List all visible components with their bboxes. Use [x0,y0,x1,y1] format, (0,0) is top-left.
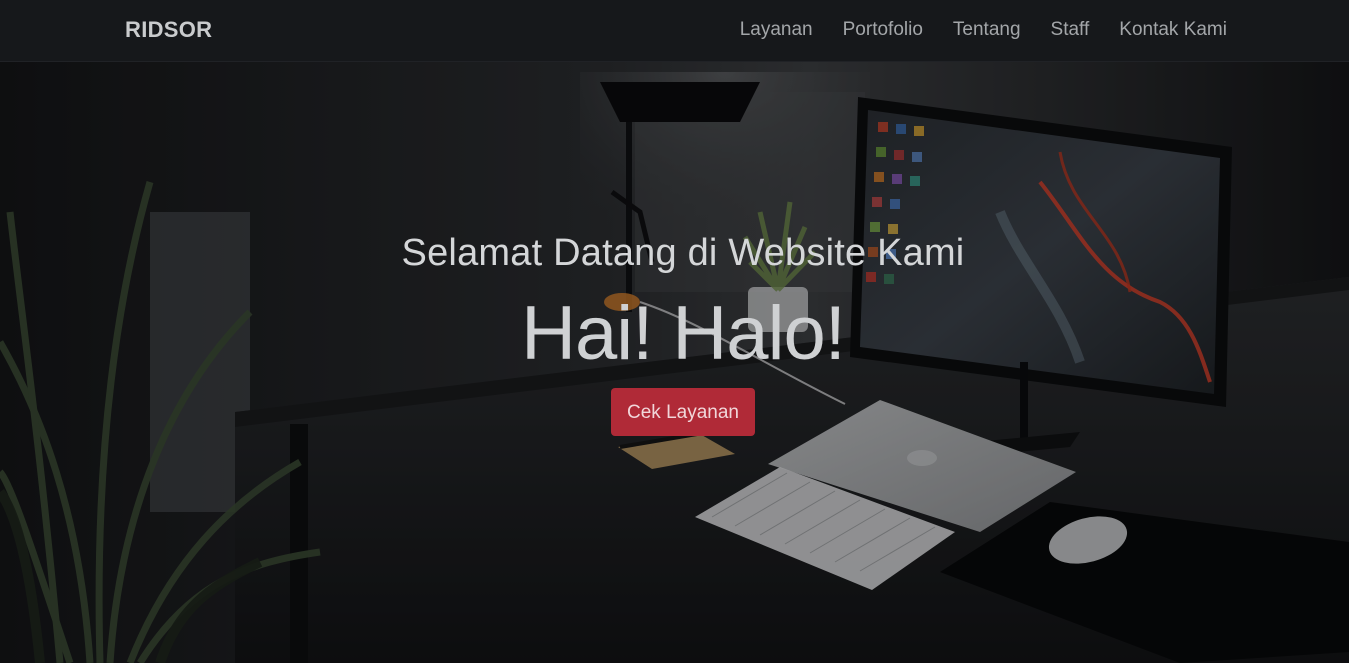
nav-item-portofolio: Portofolio [843,19,923,41]
nav-link-kontak-kami[interactable]: Kontak Kami [1119,19,1227,40]
page: RIDSOR Layanan Portofolio Tentang Staff … [0,0,1349,663]
hero-section: Selamat Datang di Website Kami Hai! Halo… [0,62,1349,663]
hero-subtitle: Selamat Datang di Website Kami [401,232,965,274]
nav-item-kontak-kami: Kontak Kami [1119,19,1227,41]
nav-links: Layanan Portofolio Tentang Staff Kontak … [740,19,1227,41]
navbar: RIDSOR Layanan Portofolio Tentang Staff … [0,0,1349,62]
nav-item-layanan: Layanan [740,19,813,41]
brand-logo[interactable]: RIDSOR [125,17,212,43]
nav-link-portofolio[interactable]: Portofolio [843,19,923,40]
cek-layanan-button[interactable]: Cek Layanan [611,388,755,436]
hero-headline: Hai! Halo! [521,291,846,376]
nav-item-tentang: Tentang [953,19,1021,41]
nav-item-staff: Staff [1051,19,1090,41]
nav-link-layanan[interactable]: Layanan [740,19,813,40]
nav-link-staff[interactable]: Staff [1051,19,1090,40]
nav-link-tentang[interactable]: Tentang [953,19,1021,40]
